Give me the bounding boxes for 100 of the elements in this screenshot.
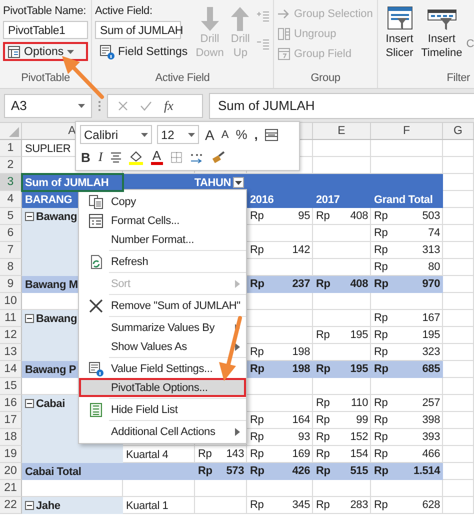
row-number[interactable]: 7 <box>0 242 22 259</box>
menu-item[interactable]: PivotTable Options... <box>79 378 246 397</box>
group-field-icon <box>277 46 291 60</box>
table-cell-text: Rp 345 <box>249 498 311 513</box>
insert-function-button[interactable]: fx <box>164 98 174 114</box>
borders-icon <box>170 150 183 164</box>
row-number[interactable]: 13 <box>0 344 22 361</box>
insert-timeline-button[interactable]: Insert Timeline <box>420 4 464 71</box>
table-cell: Sum of JUMLAH <box>22 174 123 191</box>
table-cell-text: Rp 195 <box>373 328 441 343</box>
table-cell-text: Rp 99 <box>315 413 369 428</box>
table-cell: Rp 515 <box>313 463 371 480</box>
field-settings-button[interactable]: Field Settings <box>95 42 192 61</box>
menu-item[interactable]: Additional Cell Actions <box>79 422 246 441</box>
fill-color-icon <box>128 150 144 165</box>
filter-dropdown-button[interactable] <box>233 177 244 188</box>
menu-item[interactable]: Hide Field List <box>79 400 246 419</box>
font-color-button[interactable]: A <box>150 150 164 165</box>
row-number[interactable]: 2 <box>0 157 22 174</box>
table-cell-text: Bawang <box>36 210 77 224</box>
table-cell: Rp 195 <box>313 361 371 378</box>
row-number[interactable]: 4 <box>0 191 22 208</box>
comma-button[interactable]: , <box>253 127 259 142</box>
name-box[interactable]: A3 <box>4 94 92 118</box>
table-cell-text: Rp 167 <box>373 311 441 326</box>
row-number[interactable]: 15 <box>0 378 22 395</box>
table-cell-text: TAHUN <box>194 176 231 190</box>
menu-item[interactable]: Remove "Sum of JUMLAH" <box>79 296 246 315</box>
table-cell: 2017 <box>313 191 371 208</box>
row-number[interactable]: 21 <box>0 480 22 497</box>
row-number[interactable]: 1 <box>0 140 22 157</box>
row-number[interactable]: 16 <box>0 395 22 412</box>
column-header[interactable]: G <box>443 123 474 139</box>
refresh-icon <box>88 254 104 270</box>
shrink-font-button[interactable]: A <box>220 128 230 141</box>
row-number[interactable]: 12 <box>0 327 22 344</box>
submenu-arrow-icon <box>235 280 240 288</box>
italic-button[interactable]: I <box>97 149 104 166</box>
table-cell-text: Rp 257 <box>373 396 441 411</box>
table-cell-text: Rp 74 <box>373 226 441 241</box>
row-number[interactable]: 19 <box>0 446 22 463</box>
menu-item[interactable]: Show Values As <box>79 337 246 356</box>
row-number[interactable]: 17 <box>0 412 22 429</box>
format-painter-icon <box>210 150 227 164</box>
font-size-dropdown[interactable]: 12 <box>157 125 199 144</box>
active-field-input[interactable]: Sum of JUMLAH <box>95 21 181 39</box>
menu-item[interactable]: Format Cells... <box>79 211 246 230</box>
row-number[interactable]: 8 <box>0 259 22 276</box>
menu-item[interactable]: Refresh <box>79 252 246 271</box>
percent-button[interactable]: % <box>234 127 248 142</box>
row-number[interactable]: 6 <box>0 225 22 242</box>
row-number[interactable]: 5 <box>0 208 22 225</box>
row-number[interactable]: 22 <box>0 497 22 514</box>
format-cells-icon <box>88 212 104 228</box>
bold-button[interactable]: B <box>80 150 92 165</box>
table-cell: Rp 1.514 <box>371 463 443 480</box>
submenu-arrow-icon <box>235 342 240 350</box>
table-cell: 2016 <box>247 191 313 208</box>
table-cell: Rp 408 <box>313 276 371 293</box>
copy-icon <box>88 194 104 210</box>
table-cell-text: Rp 110 <box>315 396 369 411</box>
options-icon <box>7 44 21 58</box>
field-label: Active Field: <box>95 4 154 18</box>
collapse-button[interactable] <box>25 399 34 408</box>
grow-font-button[interactable]: A <box>204 126 216 143</box>
group-label: Active Field <box>154 71 211 86</box>
table-cell-text: Rp 195 <box>315 328 369 343</box>
column-header[interactable]: E <box>313 123 371 139</box>
select-all-icon <box>9 127 19 137</box>
ungroup-icon <box>277 26 291 40</box>
expand-field-icon <box>256 10 270 24</box>
table-cell-text: Rp 164 <box>249 413 311 428</box>
collapse-button[interactable] <box>25 314 34 323</box>
table-cell: Rp 426 <box>247 463 313 480</box>
column-header[interactable]: F <box>371 123 443 139</box>
collapse-button[interactable] <box>25 212 34 221</box>
collapse-button[interactable] <box>25 501 34 510</box>
row-number[interactable]: 10 <box>0 293 22 310</box>
pivottable-name-field[interactable]: PivotTable1 <box>3 21 88 39</box>
row-number[interactable]: 9 <box>0 276 22 293</box>
row-number[interactable]: 18 <box>0 429 22 446</box>
table-cell-text: Rp 628 <box>373 498 441 513</box>
table-cell-text: Cabai <box>36 396 65 412</box>
field-settings-icon <box>99 44 115 60</box>
font-dropdown[interactable]: Calibri <box>80 125 152 144</box>
formula-field[interactable]: Sum of JUMLAH <box>209 92 474 118</box>
menu-item[interactable]: Number Format... <box>79 230 246 249</box>
row-number[interactable]: 20 <box>0 463 22 480</box>
group-label: Filter <box>446 71 471 86</box>
row-number[interactable]: 3 <box>0 174 22 191</box>
table-cell: Rp 198 <box>247 361 313 378</box>
table-cell: Rp 685 <box>371 361 443 378</box>
insert-slicer-button[interactable]: Insert Slicer <box>382 4 418 71</box>
arrow-right-icon <box>277 8 291 20</box>
row-number[interactable]: 11 <box>0 310 22 327</box>
table-cell-text: Jahe <box>36 498 60 514</box>
table-cell-text: Rp 95 <box>249 209 311 224</box>
table-cell-text: Rp 80 <box>373 260 441 275</box>
row-number[interactable]: 14 <box>0 361 22 378</box>
table-cell-text: Kuartal 4 <box>125 448 170 462</box>
